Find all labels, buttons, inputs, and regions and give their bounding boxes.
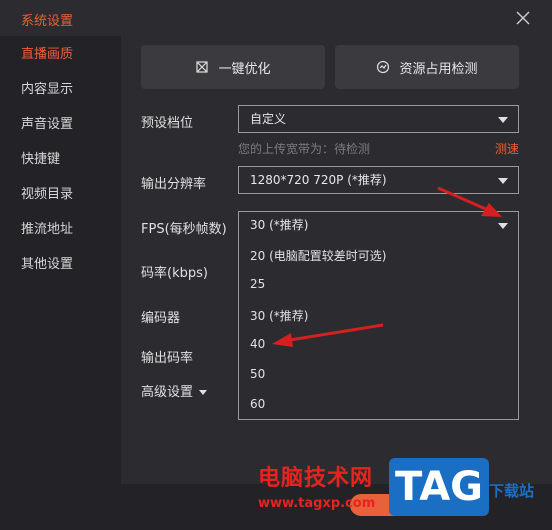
resolution-label: 输出分辨率 [141,177,207,192]
fps-select[interactable]: 30 (*推荐) [238,211,519,239]
speedtest-link[interactable]: 测速 [495,140,519,157]
fps-option-40[interactable]: 40 [250,337,265,351]
caret-down-icon [199,390,208,395]
watermark-logo-text: TAG [395,464,483,510]
watermark-logo: TAG [389,458,489,516]
preset-value: 自定义 [250,112,287,126]
watermark-url: www.tagxp.com [258,496,376,511]
fps-option-50[interactable]: 50 [250,367,265,381]
encoder-label: 编码器 [141,311,181,326]
fps-option-20[interactable]: 20 (电脑配置较差时可选) [250,247,386,264]
sidebar-item-video-directory[interactable]: 视频目录 [0,178,121,212]
chevron-down-icon [498,117,508,123]
resource-usage-check-button[interactable]: 资源占用检测 [335,45,519,89]
sidebar-item-sound-settings[interactable]: 声音设置 [0,108,121,142]
window-title: 系统设置 [21,14,74,29]
preset-select[interactable]: 自定义 [238,105,519,133]
chevron-down-icon [498,223,508,229]
watermark-site-suffix: 下载站 [489,482,535,500]
sidebar: 直播画质 内容显示 声音设置 快捷键 视频目录 推流地址 其他设置 [0,36,121,484]
fps-option-30[interactable]: 30 (*推荐) [250,307,308,324]
sidebar-item-other-settings[interactable]: 其他设置 [0,248,121,282]
upload-bandwidth-hint: 您的上传宽带为：待检测 [238,142,371,156]
output-bitrate-label: 输出码率 [141,351,194,366]
sidebar-item-video-quality[interactable]: 直播画质 [0,38,121,72]
optimize-icon [195,60,209,74]
resolution-select[interactable]: 1280*720 720P (*推荐) [238,166,519,194]
sidebar-item-stream-address[interactable]: 推流地址 [0,213,121,247]
sidebar-item-shortcuts[interactable]: 快捷键 [0,143,121,177]
chevron-down-icon [498,178,508,184]
fps-label: FPS(每秒帧数) [141,222,227,237]
fps-option-25[interactable]: 25 [250,277,265,291]
fps-option-60[interactable]: 60 [250,397,265,411]
advanced-settings-label: 高级设置 [141,385,194,400]
preset-label: 预设档位 [141,116,194,131]
watermark-text: 电脑技术网 [258,466,374,491]
title-bar: 系统设置 [0,0,552,36]
sidebar-item-content-display[interactable]: 内容显示 [0,73,121,107]
bitrate-label: 码率(kbps) [141,266,208,281]
gauge-icon [376,60,390,74]
fps-dropdown-list: 20 (电脑配置较差时可选) 25 30 (*推荐) 40 50 60 [238,237,519,420]
resolution-value: 1280*720 720P (*推荐) [250,173,387,187]
fps-value: 30 (*推荐) [250,218,309,232]
close-icon[interactable] [514,9,532,27]
one-click-optimize-label: 一键优化 [218,61,271,77]
advanced-settings-toggle[interactable]: 高级设置 [141,381,208,400]
resource-usage-check-label: 资源占用检测 [399,61,478,77]
one-click-optimize-button[interactable]: 一键优化 [141,45,325,89]
